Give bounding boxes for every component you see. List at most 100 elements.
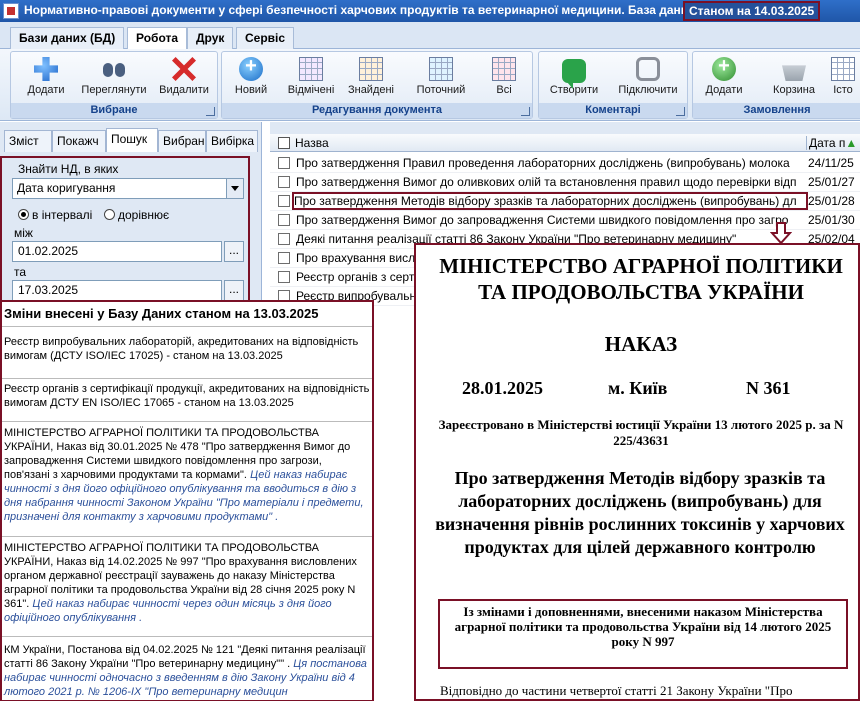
group-title: Вибране	[11, 103, 217, 118]
list-item[interactable]: КМ України, Постанова від 04.02.2025 № 1…	[2, 637, 372, 700]
plus-icon	[34, 57, 58, 81]
favorites-view-button[interactable]: Переглянути	[79, 55, 149, 103]
row-checkbox[interactable]	[278, 252, 290, 264]
window-title: Нормативно-правові документи у сфері без…	[24, 3, 695, 17]
tab-favorites[interactable]: Вибрані	[158, 130, 206, 152]
tab-work[interactable]: Робота	[127, 27, 188, 50]
search-field-select[interactable]: Дата коригування	[12, 178, 244, 199]
order-add-button[interactable]: Додати	[689, 55, 759, 103]
document-preview: МІНІСТЕРСТВО АГРАРНОЇ ПОЛІТИКИ ТА ПРОДОВ…	[414, 243, 860, 701]
group-title: Редагування документа	[222, 103, 532, 118]
new-icon	[239, 55, 263, 81]
radio-interval[interactable]: в інтервалі	[18, 208, 92, 222]
row-checkbox[interactable]	[278, 214, 290, 226]
search-criteria-box: Знайти НД, в яких Дата коригування в інт…	[0, 156, 250, 302]
radio-unselected-icon	[104, 209, 115, 220]
select-all-checkbox[interactable]	[278, 137, 290, 149]
row-checkbox[interactable]	[278, 176, 290, 188]
edit-found-button[interactable]: Знайдені	[336, 55, 406, 103]
row-checkbox[interactable]	[278, 271, 290, 283]
ribbon: Додати Переглянути Видалити Вибране Нови…	[0, 49, 860, 121]
table-row[interactable]: Про затвердження Вимог до оливкових олій…	[270, 173, 860, 192]
group-title: Коментарі	[539, 103, 687, 118]
order-history-button[interactable]: Істо	[823, 55, 860, 103]
amendments-note: Із змінами і доповненнями, внесеними нак…	[438, 599, 848, 669]
dialog-launcher-icon[interactable]	[206, 107, 215, 116]
database-changes-panel: Зміни внесені у Базу Даних станом на 13.…	[0, 300, 374, 701]
arrow-down-icon	[770, 222, 792, 244]
add-order-icon	[712, 55, 736, 81]
tab-index[interactable]: Покажч	[52, 130, 106, 152]
and-label: та	[14, 265, 27, 279]
column-date[interactable]: Дата п▲	[806, 136, 860, 150]
paperclip-icon	[636, 57, 660, 81]
date-to-input[interactable]: 17.03.2025	[12, 280, 222, 301]
title-bar: Нормативно-правові документи у сфері без…	[0, 0, 860, 22]
list-toolbar	[270, 122, 860, 134]
date-to-browse-button[interactable]: ...	[224, 280, 244, 301]
favorites-add-button[interactable]: Додати	[11, 55, 81, 103]
tab-print[interactable]: Друк	[187, 27, 234, 49]
tab-contents[interactable]: Зміст	[4, 130, 52, 152]
list-item[interactable]: Реєстр випробувальних лабораторій, акред…	[2, 335, 372, 379]
basket-icon	[782, 65, 806, 81]
basket-button[interactable]: Корзина	[759, 55, 829, 103]
row-checkbox[interactable]	[278, 195, 290, 207]
column-name[interactable]: Назва	[295, 136, 329, 150]
comment-icon	[562, 59, 586, 89]
edit-current-button[interactable]: Поточний	[406, 55, 476, 103]
row-name: Про затвердження Вимог до оливкових олій…	[296, 175, 797, 189]
changes-title: Зміни внесені у Базу Даних станом на 13.…	[2, 302, 372, 327]
sort-asc-icon: ▲	[845, 136, 858, 150]
delete-icon	[172, 57, 196, 81]
row-checkbox[interactable]	[278, 233, 290, 245]
row-name: Про затвердження Правил проведення лабор…	[296, 156, 790, 170]
attach-comment-button[interactable]: Підключити	[613, 55, 683, 103]
app-icon	[3, 3, 19, 19]
menu-bar: Бази даних (БД) Робота Друк Сервіс	[0, 22, 860, 50]
tab-search[interactable]: Пошук	[106, 128, 158, 152]
group-orders: Додати Корзина Істо Замовлення	[692, 51, 860, 119]
order-date: 28.01.2025	[462, 378, 543, 398]
row-date: 24/11/25	[808, 156, 854, 170]
date-from-browse-button[interactable]: ...	[224, 241, 244, 262]
row-name: Про затвердження Вимог до запровадження …	[296, 213, 789, 227]
list-item[interactable]: Реєстр органів з сертифікації продукції,…	[2, 379, 372, 422]
table-row[interactable]: Про затвердження Методів відбору зразків…	[270, 192, 860, 211]
list-item[interactable]: МІНІСТЕРСТВО АГРАРНОЇ ПОЛІТИКИ ТА ПРОДОВ…	[2, 537, 372, 637]
create-comment-button[interactable]: Створити	[539, 55, 609, 103]
dialog-launcher-icon[interactable]	[521, 107, 530, 116]
between-label: між	[14, 226, 33, 240]
table-row[interactable]: Про затвердження Правил проведення лабор…	[270, 154, 860, 173]
row-checkbox[interactable]	[278, 157, 290, 169]
list-header: Назва Дата п▲	[270, 134, 860, 152]
chevron-down-icon[interactable]	[226, 179, 243, 198]
current-document-icon	[429, 57, 453, 81]
list-item[interactable]: МІНІСТЕРСТВО АГРАРНОЇ ПОЛІТИКИ ТА ПРОДОВ…	[2, 422, 372, 537]
order-heading: НАКАЗ	[604, 332, 678, 356]
left-tabs: Зміст Покажч Пошук Вибрані Вибірка	[0, 128, 262, 152]
group-comments: Створити Підключити Коментарі	[538, 51, 688, 119]
history-icon	[831, 57, 855, 81]
favorites-delete-button[interactable]: Видалити	[149, 55, 219, 103]
row-date: 25/01/30	[808, 213, 855, 227]
row-date: 25/01/27	[808, 175, 855, 189]
radio-equal[interactable]: дорівнює	[104, 208, 169, 222]
tab-databases[interactable]: Бази даних (БД)	[10, 27, 125, 49]
registration-note: Зареєстровано в Міністерстві юстиції Укр…	[438, 417, 844, 448]
row-name: Про затвердження Методів відбору зразків…	[292, 192, 808, 210]
binoculars-icon	[102, 57, 126, 81]
date-from-input[interactable]: 01.02.2025	[12, 241, 222, 262]
all-documents-icon	[492, 57, 516, 81]
tab-service[interactable]: Сервіс	[236, 27, 295, 49]
database-status: Станом на 14.03.2025	[683, 1, 820, 21]
search-label: Знайти НД, в яких	[18, 162, 119, 176]
group-document-editing: Новий Відмічені Знайдені Поточний Всі Ре…	[221, 51, 533, 119]
order-number: N 361	[746, 378, 791, 398]
document-body: Відповідно до частини четвертої статті 2…	[440, 683, 793, 698]
tab-selection[interactable]: Вибірка	[206, 130, 258, 152]
edit-all-button[interactable]: Всі	[469, 55, 539, 103]
ministry-heading: МІНІСТЕРСТВО АГРАРНОЇ ПОЛІТИКИ ТА ПРОДОВ…	[439, 254, 843, 304]
order-city: м. Київ	[608, 378, 668, 398]
dialog-launcher-icon[interactable]	[676, 107, 685, 116]
